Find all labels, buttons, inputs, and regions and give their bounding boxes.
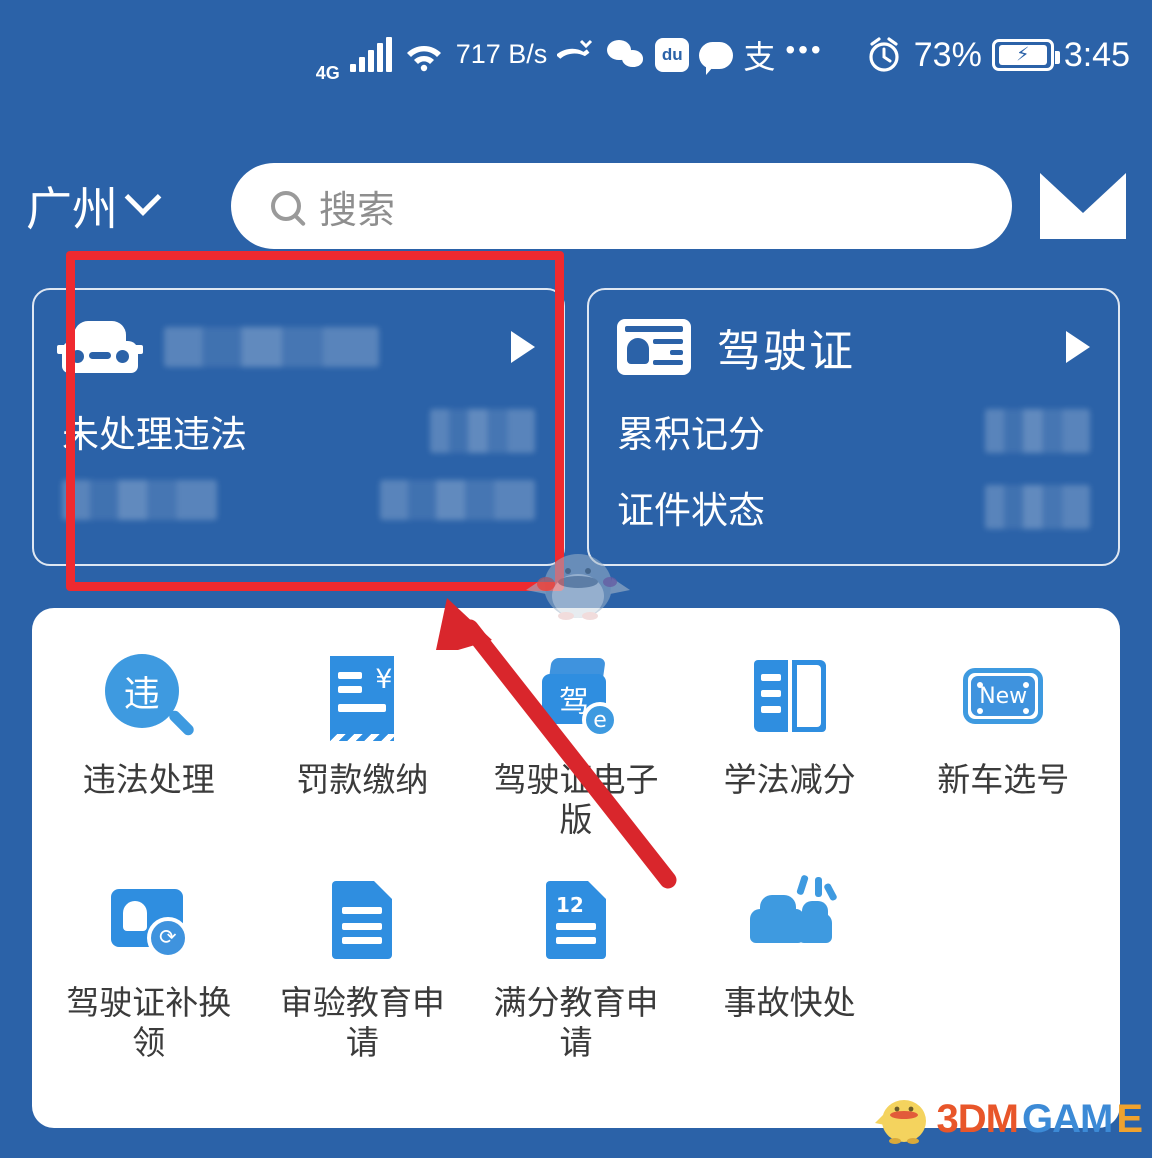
mail-icon[interactable] bbox=[1040, 173, 1126, 239]
grid-item-accident-quick[interactable]: 事故快处 bbox=[683, 865, 897, 1074]
watermark-text-1: 3DM bbox=[936, 1096, 1019, 1141]
grid-item-study-deduction[interactable]: 学法减分 bbox=[683, 642, 897, 851]
violation-search-icon: 违 bbox=[103, 652, 196, 744]
grid-item-violation-handling[interactable]: 违 违法处理 bbox=[42, 642, 256, 851]
city-selector[interactable]: 广州 bbox=[26, 173, 231, 239]
grid-label: 事故快处 bbox=[723, 982, 856, 1022]
grid-label: 学法减分 bbox=[723, 760, 856, 799]
grid-item-review-education[interactable]: 审验教育申请 bbox=[256, 865, 470, 1074]
vehicle-row2-value-redacted bbox=[380, 480, 535, 520]
twelve-glyph: 12 bbox=[555, 892, 584, 917]
fine-receipt-icon: ¥ bbox=[316, 652, 408, 744]
service-panel: 违 违法处理 ¥ 罚款缴纳 驾 e 驾驶证电子版 学法减分 New 新车选号 ⟳… bbox=[32, 608, 1120, 1128]
search-icon bbox=[271, 191, 301, 221]
new-plate-icon: New bbox=[957, 652, 1049, 744]
accident-cars-icon bbox=[744, 873, 838, 967]
license-card[interactable]: 驾驶证 累积记分 证件状态 bbox=[587, 288, 1120, 566]
violation-glyph: 违 bbox=[123, 674, 160, 715]
license-status-value-redacted bbox=[985, 485, 1090, 529]
grid-label: 新车选号 bbox=[937, 760, 1070, 799]
grid-label: 罚款缴纳 bbox=[296, 760, 429, 799]
status-bar: 4G 717 B/s du 支 ••• 73% ⚡ 3:45 bbox=[0, 0, 1152, 110]
info-cards: 未处理违法 驾驶证 累积记分 证件状态 bbox=[0, 288, 1152, 566]
vehicle-row-value-redacted bbox=[430, 409, 535, 453]
service-grid: 违 违法处理 ¥ 罚款缴纳 驾 e 驾驶证电子版 学法减分 New 新车选号 ⟳… bbox=[42, 642, 1110, 1073]
signal-bars-icon bbox=[349, 37, 392, 72]
license-points-value-redacted bbox=[985, 409, 1090, 453]
watermark-bird-icon bbox=[874, 1100, 926, 1144]
search-input[interactable]: 搜索 bbox=[231, 163, 1012, 249]
message-icon bbox=[699, 41, 734, 75]
grid-item-fine-payment[interactable]: ¥ 罚款缴纳 bbox=[256, 642, 470, 851]
watermark-text-2: GAM bbox=[1021, 1096, 1113, 1141]
digital-license-icon: 驾 e bbox=[530, 652, 622, 744]
study-book-icon bbox=[744, 652, 836, 744]
refresh-glyph: ⟳ bbox=[146, 916, 189, 959]
license-row-points: 累积记分 bbox=[617, 404, 1090, 458]
vehicle-plate-redacted bbox=[164, 327, 379, 367]
license-renew-icon: ⟳ bbox=[103, 875, 195, 967]
clock-label: 3:45 bbox=[1063, 35, 1130, 74]
car-icon bbox=[57, 321, 143, 373]
grid-label: 满分教育申请 bbox=[493, 982, 659, 1062]
new-glyph: New bbox=[979, 683, 1028, 709]
bird-mascot-icon bbox=[526, 554, 630, 620]
vehicle-card-arrow-icon[interactable] bbox=[511, 331, 535, 363]
wifi-icon bbox=[402, 38, 446, 72]
watermark-text-3: E bbox=[1116, 1096, 1143, 1141]
grid-item-digital-license[interactable]: 驾 e 驾驶证电子版 bbox=[469, 642, 683, 851]
watermark-logo: 3DM GAM E bbox=[874, 1088, 1143, 1150]
document-12-icon: 12 bbox=[530, 875, 622, 967]
vehicle-card-header bbox=[57, 312, 535, 382]
city-label: 广州 bbox=[26, 182, 118, 236]
license-card-title: 驾驶证 bbox=[717, 326, 855, 377]
license-card-header: 驾驶证 bbox=[617, 312, 1090, 382]
grid-label: 违法处理 bbox=[82, 760, 215, 799]
grid-label: 审验教育申请 bbox=[279, 982, 445, 1062]
network-type-label: 4G bbox=[315, 63, 340, 83]
vehicle-row2-label-redacted bbox=[62, 480, 217, 520]
vehicle-card[interactable]: 未处理违法 bbox=[32, 288, 565, 566]
grid-label: 驾驶证补换领 bbox=[66, 982, 232, 1062]
vehicle-row-secondary bbox=[62, 480, 535, 520]
license-row-label-status: 证件状态 bbox=[617, 489, 765, 532]
document-icon bbox=[316, 875, 408, 967]
battery-percent-label: 73% bbox=[913, 35, 982, 74]
grid-item-license-renew[interactable]: ⟳ 驾驶证补换领 bbox=[42, 865, 256, 1074]
grid-item-empty bbox=[896, 865, 1110, 1074]
more-dots-icon: ••• bbox=[785, 34, 824, 65]
vehicle-row-violations: 未处理违法 bbox=[62, 404, 535, 458]
grid-item-full-points-education[interactable]: 12 满分教育申请 bbox=[469, 865, 683, 1074]
search-placeholder: 搜索 bbox=[319, 187, 396, 232]
missed-call-icon bbox=[557, 39, 597, 71]
status-right-group: 73% ⚡ 3:45 bbox=[864, 35, 1130, 75]
license-row-label-points: 累积记分 bbox=[617, 413, 765, 456]
yen-glyph: ¥ bbox=[375, 664, 393, 695]
status-left-group: 4G 717 B/s du 支 ••• bbox=[315, 28, 824, 83]
alipay-icon: 支 bbox=[743, 39, 776, 75]
grid-item-new-plate[interactable]: New 新车选号 bbox=[896, 642, 1110, 851]
baidu-icon: du bbox=[655, 38, 690, 72]
id-card-icon bbox=[617, 319, 691, 375]
header-bar: 广州 搜索 bbox=[0, 160, 1152, 252]
license-row-status: 证件状态 bbox=[617, 480, 1090, 534]
data-speed-label: 717 B/s bbox=[455, 39, 548, 70]
vehicle-row-label: 未处理违法 bbox=[62, 413, 247, 456]
license-card-arrow-icon[interactable] bbox=[1066, 331, 1090, 363]
e-badge: e bbox=[581, 702, 618, 738]
alarm-icon bbox=[864, 35, 904, 75]
wechat-icon bbox=[607, 40, 645, 70]
battery-charging-icon: ⚡ bbox=[991, 39, 1060, 71]
chevron-down-icon bbox=[124, 179, 162, 216]
grid-label: 驾驶证电子版 bbox=[493, 760, 659, 840]
